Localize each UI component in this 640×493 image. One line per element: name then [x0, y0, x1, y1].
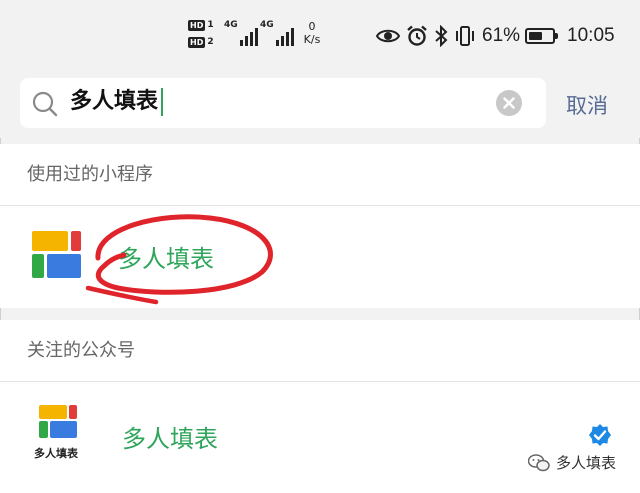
search-input-value: 多人填表 — [70, 89, 159, 114]
hd-badge-1: HD — [188, 19, 206, 31]
mini-programs-section: 使用过的小程序 多人填表 — [0, 144, 640, 308]
hd-num-2: 2 — [207, 37, 214, 47]
battery-icon — [525, 28, 559, 44]
watermark: 多人填表 — [528, 452, 616, 473]
account-logo-text: 多人填表 — [34, 447, 78, 460]
net-speed-unit: K/s — [303, 33, 321, 46]
eye-icon — [376, 29, 400, 43]
search-input[interactable]: 多人填表 — [70, 84, 164, 120]
verified-badge-icon — [589, 424, 611, 446]
close-icon — [503, 97, 515, 109]
signal-icon-2: 4G — [260, 20, 296, 46]
cancel-button[interactable]: 取消 — [566, 90, 608, 120]
signal-icon-1: 4G — [224, 20, 260, 46]
account-logo-icon — [39, 405, 77, 438]
official-account-name: 多人填表 — [122, 425, 218, 453]
mini-program-name: 多人填表 — [118, 245, 214, 273]
status-bar: HD 1 HD 2 4G 4G 0 K/s 61% 10:05 — [0, 0, 640, 70]
battery-fill — [529, 32, 543, 40]
hd-num-1: 1 — [207, 20, 214, 30]
status-icons: 61% 10:05 — [376, 22, 615, 50]
official-accounts-heading: 关注的公众号 — [0, 320, 640, 382]
mini-programs-heading: 使用过的小程序 — [0, 144, 640, 206]
signal-label-2: 4G — [260, 20, 274, 30]
watermark-text: 多人填表 — [556, 454, 617, 472]
hd-indicators: HD 1 HD 2 — [188, 18, 220, 52]
signal-label-1: 4G — [224, 20, 238, 30]
search-icon — [30, 89, 60, 119]
net-speed-value: 0 — [308, 20, 316, 33]
vibrate-icon — [456, 26, 474, 46]
clear-search-button[interactable] — [496, 90, 522, 116]
official-account-result-item[interactable]: 多人填表 多人填表 — [0, 383, 640, 493]
wechat-icon — [528, 453, 550, 471]
bluetooth-icon — [435, 25, 448, 47]
hd-badge-2: HD — [188, 36, 206, 48]
search-area: 多人填表 取消 — [0, 70, 640, 138]
official-account-logo: 多人填表 — [34, 405, 84, 465]
alarm-icon — [407, 25, 427, 46]
mini-program-logo-icon — [32, 231, 81, 278]
text-caret — [161, 88, 164, 116]
search-box[interactable]: 多人填表 — [20, 78, 546, 128]
battery-percent: 61% — [482, 25, 521, 46]
net-speed: 0 K/s — [296, 20, 328, 46]
clock: 10:05 — [567, 25, 615, 46]
mini-program-result-item[interactable]: 多人填表 — [0, 207, 640, 308]
